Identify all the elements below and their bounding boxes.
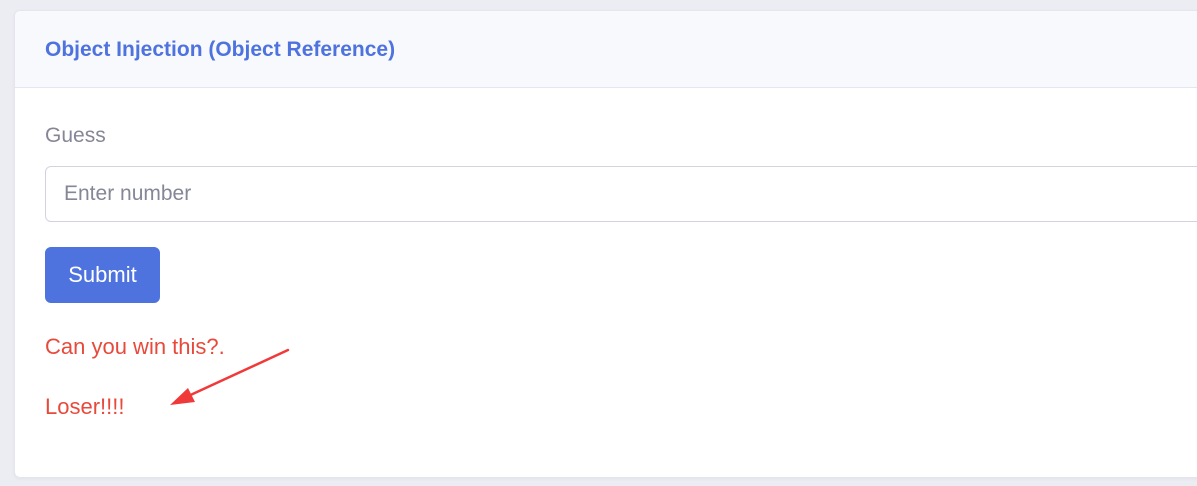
card-title: Object Injection (Object Reference) — [45, 38, 396, 61]
card-header: Object Injection (Object Reference) — [15, 11, 1197, 88]
guess-input[interactable] — [45, 166, 1197, 222]
result-message: Loser!!!! — [45, 394, 125, 419]
submit-button[interactable]: Submit — [45, 247, 160, 303]
challenge-card: Object Injection (Object Reference) Gues… — [14, 10, 1197, 478]
guess-label: Guess — [45, 124, 106, 147]
challenge-message: Can you win this?. — [45, 334, 225, 359]
